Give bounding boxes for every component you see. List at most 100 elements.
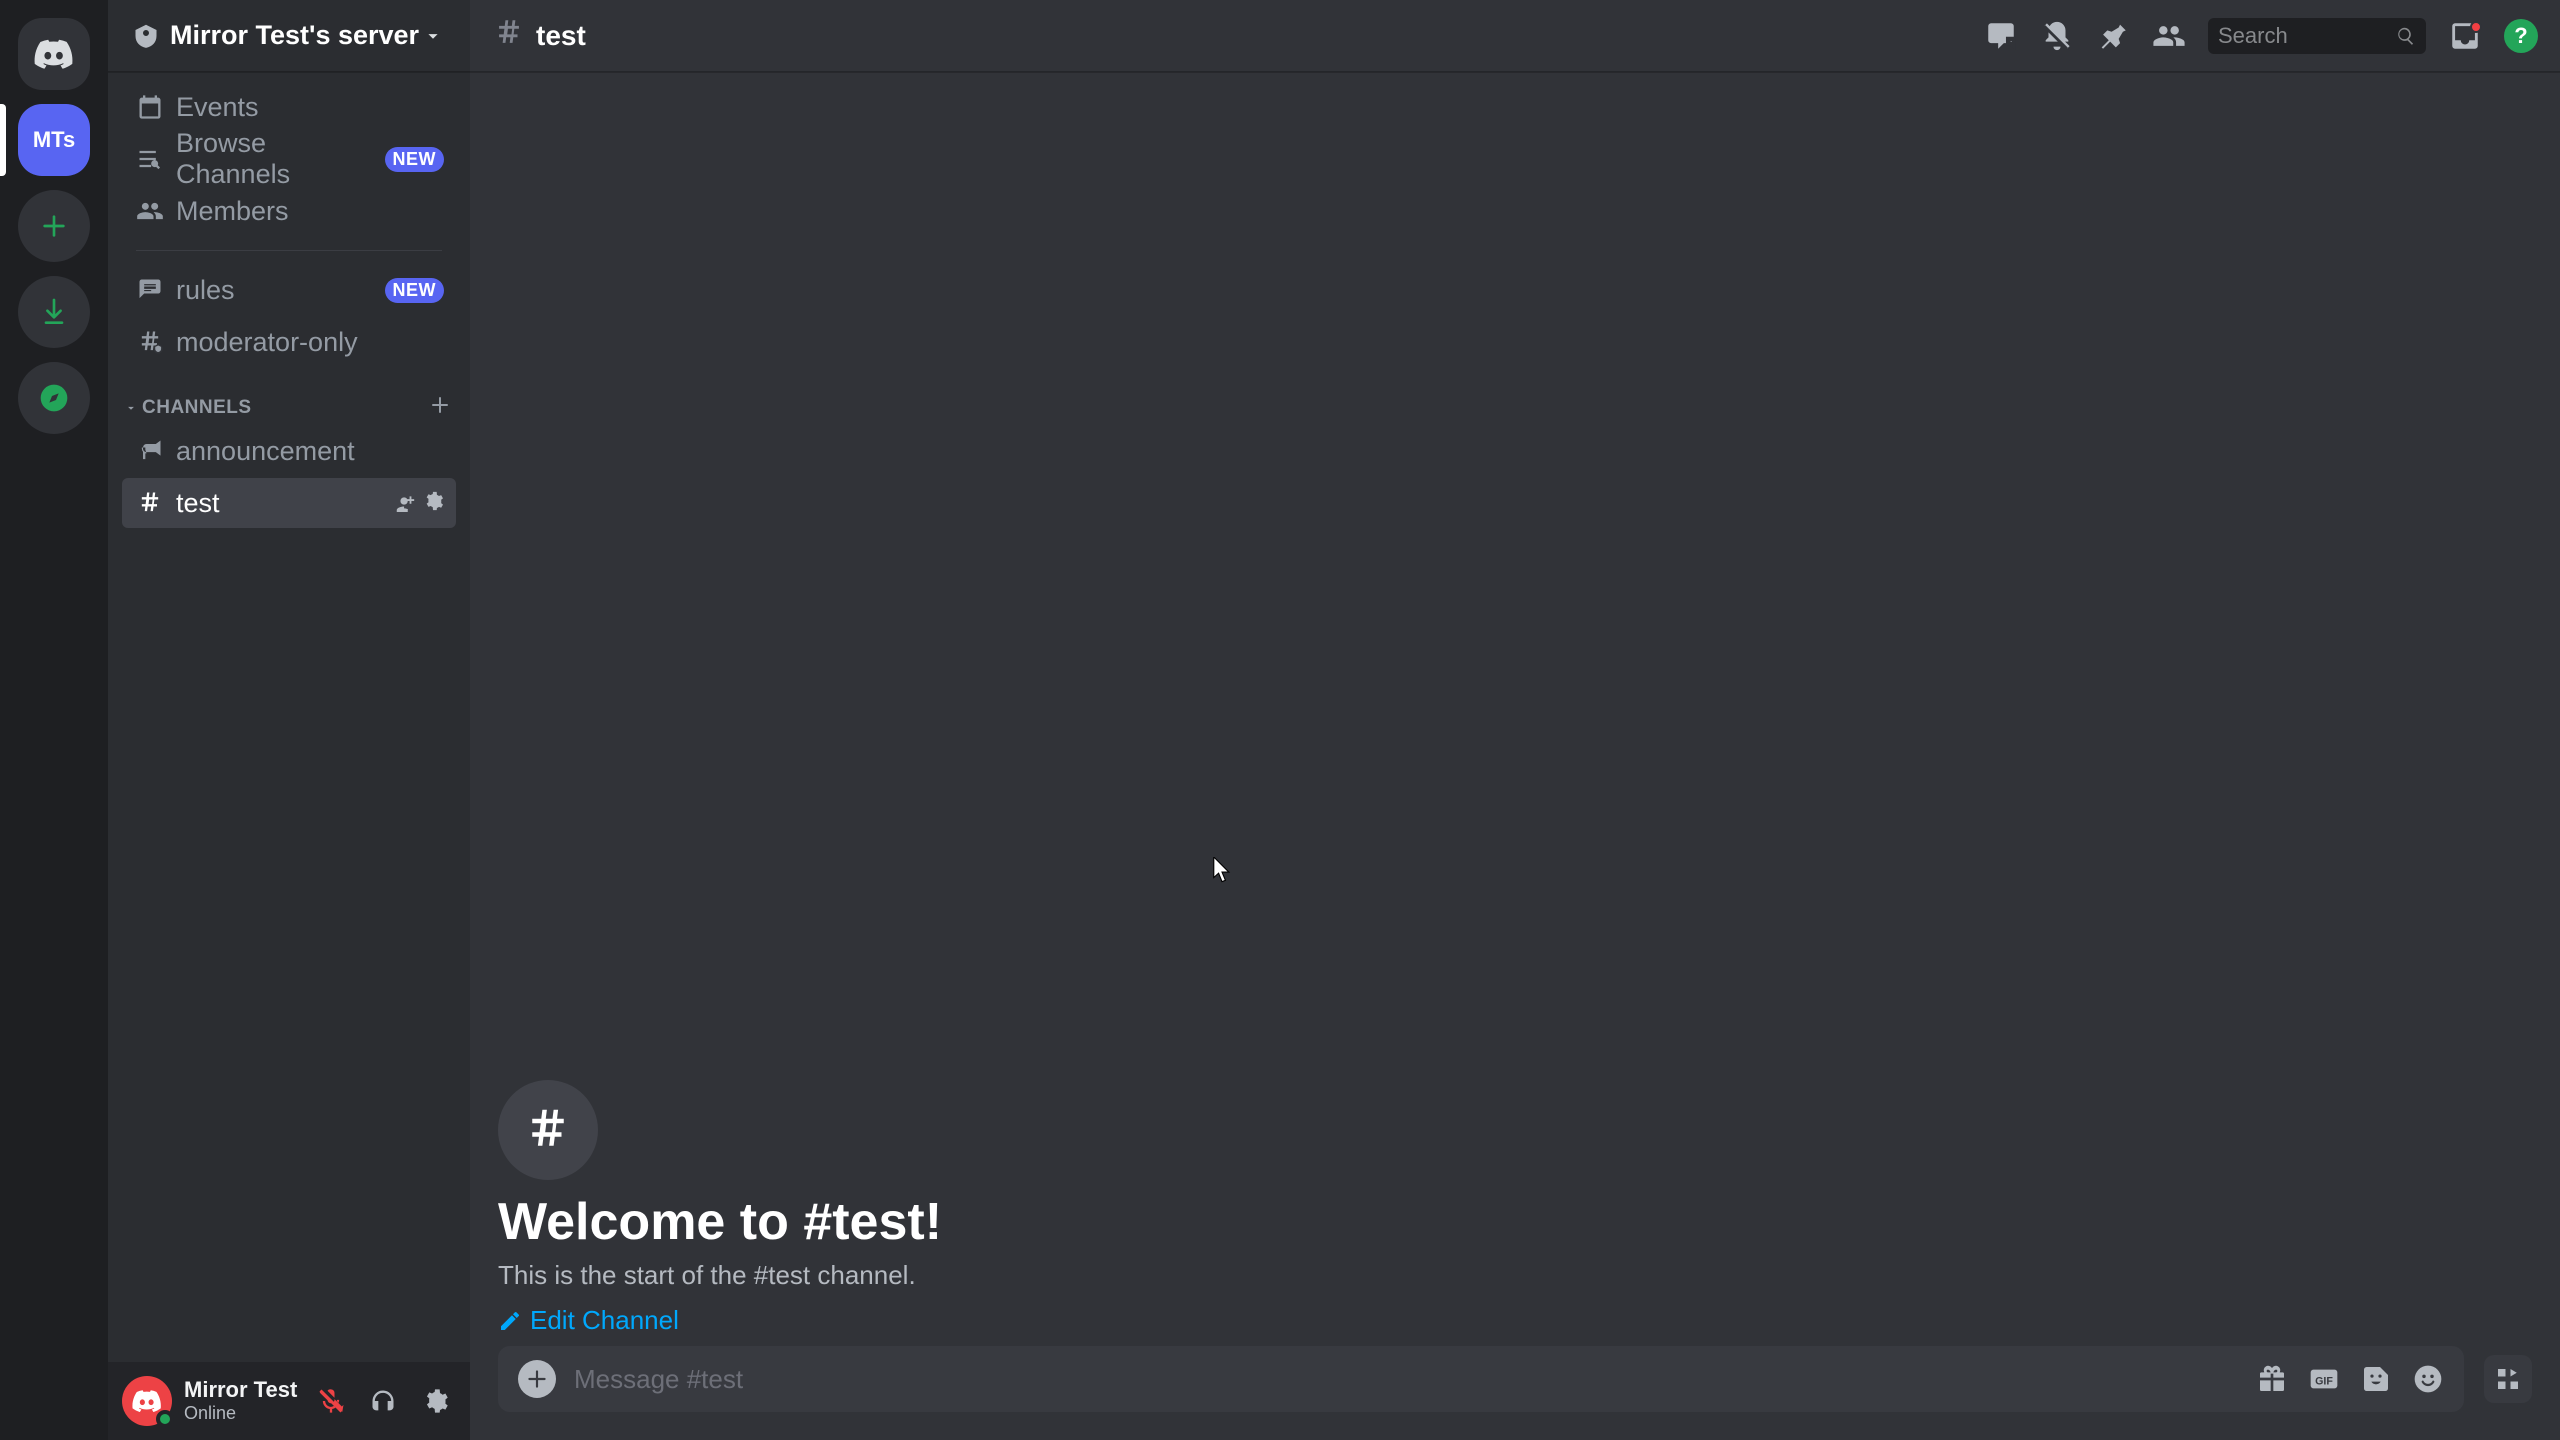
sticker-button[interactable] (2360, 1363, 2392, 1395)
headphones-icon (369, 1387, 397, 1415)
user-status: Online (184, 1403, 310, 1425)
search-input[interactable] (2218, 23, 2396, 49)
message-input[interactable] (574, 1364, 2236, 1395)
new-badge: NEW (385, 147, 445, 172)
rules-channel-item[interactable]: rules NEW (122, 265, 456, 315)
download-icon (38, 296, 70, 328)
apps-button[interactable] (2484, 1355, 2532, 1403)
separator (136, 250, 442, 251)
server-item-active[interactable]: MTs (18, 104, 90, 176)
rules-label: rules (176, 275, 385, 306)
apps-icon (2493, 1364, 2523, 1394)
channel-list: Events Browse Channels NEW Members rules… (108, 72, 470, 1362)
pin-icon (2096, 19, 2130, 53)
moderator-label: moderator-only (176, 327, 444, 358)
attach-button[interactable] (518, 1360, 556, 1398)
server-header[interactable]: Mirror Test's server (108, 0, 470, 72)
threads-icon (1984, 19, 2018, 53)
welcome-block: Welcome to #test! This is the start of t… (498, 1080, 2532, 1336)
user-actions (310, 1380, 456, 1422)
channel-title: test (536, 20, 586, 52)
hash-icon (521, 1103, 575, 1157)
server-initials: MTs (33, 127, 75, 153)
explore-servers-button[interactable] (18, 362, 90, 434)
welcome-title: Welcome to #test! (498, 1192, 2532, 1252)
chat-body: Welcome to #test! This is the start of t… (470, 72, 2560, 1440)
message-composer[interactable]: GIF (498, 1346, 2464, 1412)
welcome-subtitle: This is the start of the #test channel. (498, 1260, 2532, 1291)
deafen-button[interactable] (362, 1380, 404, 1422)
browse-channels-item[interactable]: Browse Channels NEW (122, 134, 456, 184)
members-item[interactable]: Members (122, 186, 456, 236)
discord-logo-icon (132, 1390, 162, 1412)
calendar-icon (134, 91, 166, 123)
events-label: Events (176, 92, 444, 123)
gear-icon (421, 1387, 449, 1415)
create-channel-button[interactable] (428, 393, 452, 422)
status-indicator (156, 1410, 174, 1428)
question-mark-icon: ? (2514, 23, 2527, 49)
search-box[interactable] (2208, 18, 2426, 54)
gift-icon (2256, 1363, 2288, 1395)
chat-toolbar: ? (1984, 18, 2538, 54)
member-list-button[interactable] (2152, 19, 2186, 53)
pencil-icon (498, 1309, 522, 1333)
user-info[interactable]: Mirror Test Online (184, 1377, 310, 1425)
new-badge: NEW (385, 278, 445, 303)
sticker-icon (2360, 1363, 2392, 1395)
hash-icon (134, 487, 166, 519)
pinned-button[interactable] (2096, 19, 2130, 53)
chevron-down-icon (124, 401, 138, 415)
gif-button[interactable]: GIF (2308, 1363, 2340, 1395)
chat-header: test ? (470, 0, 2560, 72)
members-icon (134, 195, 166, 227)
edit-channel-link[interactable]: Edit Channel (498, 1305, 2532, 1336)
announcement-label: announcement (176, 436, 444, 467)
gift-button[interactable] (2256, 1363, 2288, 1395)
events-item[interactable]: Events (122, 82, 456, 132)
help-button[interactable]: ? (2504, 19, 2538, 53)
test-label: test (176, 488, 394, 519)
mic-muted-icon (317, 1387, 345, 1415)
plus-icon (38, 210, 70, 242)
threads-button[interactable] (1984, 19, 2018, 53)
shield-hash-icon (134, 326, 166, 358)
mute-button[interactable] (310, 1380, 352, 1422)
emoji-button[interactable] (2412, 1363, 2444, 1395)
user-name: Mirror Test (184, 1377, 310, 1403)
user-settings-button[interactable] (414, 1380, 456, 1422)
edit-channel-icon[interactable] (422, 490, 444, 517)
rules-icon (134, 274, 166, 306)
hash-icon (492, 16, 526, 55)
category-header-channels[interactable]: CHANNELS (122, 369, 456, 424)
direct-messages-button[interactable] (18, 18, 90, 90)
notification-dot (2470, 21, 2482, 33)
browse-icon (134, 143, 166, 175)
add-server-button[interactable] (18, 190, 90, 262)
announcement-channel-item[interactable]: announcement (122, 426, 456, 476)
user-avatar-button[interactable] (122, 1376, 172, 1426)
notifications-button[interactable] (2040, 19, 2074, 53)
edit-channel-label: Edit Channel (530, 1305, 679, 1336)
inbox-button[interactable] (2448, 19, 2482, 53)
browse-label: Browse Channels (176, 128, 385, 190)
chevron-down-icon (422, 25, 444, 47)
bell-muted-icon (2040, 19, 2074, 53)
composer-row: GIF (498, 1346, 2532, 1412)
main-content: test ? Welcome to #test! (470, 0, 2560, 1440)
server-boost-icon (134, 24, 158, 48)
channel-welcome-icon (498, 1080, 598, 1180)
composer-actions: GIF (2256, 1363, 2444, 1395)
compass-icon (38, 382, 70, 414)
test-channel-item[interactable]: test (122, 478, 456, 528)
gif-icon: GIF (2308, 1363, 2340, 1395)
server-list: MTs (0, 0, 108, 1440)
server-name: Mirror Test's server (170, 20, 422, 51)
moderator-channel-item[interactable]: moderator-only (122, 317, 456, 367)
invite-people-icon[interactable] (394, 490, 416, 517)
discord-logo-icon (34, 39, 74, 69)
channel-sidebar: Mirror Test's server Events Browse Chann… (108, 0, 470, 1440)
download-apps-button[interactable] (18, 276, 90, 348)
search-icon (2396, 25, 2416, 47)
emoji-icon (2412, 1363, 2444, 1395)
